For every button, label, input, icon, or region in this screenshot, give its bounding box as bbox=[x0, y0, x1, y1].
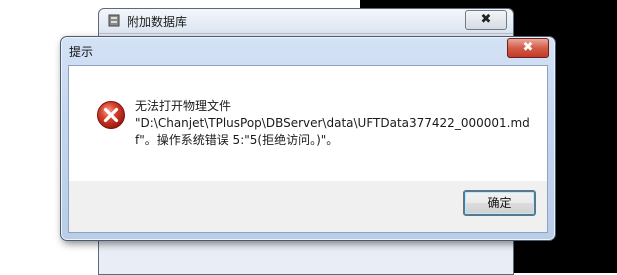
dialog-content: 无法打开物理文件 "D:\Chanjet\TPlusPop\DBServer\d… bbox=[68, 65, 548, 233]
dialog-close-button[interactable]: ✖ bbox=[507, 38, 549, 58]
error-message-line: "D:\Chanjet\TPlusPop\DBServer\data\UFTDa… bbox=[135, 116, 530, 130]
error-message: 无法打开物理文件 "D:\Chanjet\TPlusPop\DBServer\d… bbox=[135, 98, 535, 149]
error-message-line: 无法打开物理文件 bbox=[135, 99, 232, 113]
attach-database-titlebar[interactable]: 附加数据库 ✖ bbox=[99, 9, 513, 34]
dialog-title: 提示 bbox=[69, 45, 94, 59]
error-icon bbox=[97, 101, 125, 129]
prompt-dialog: 提示 ✖ 无法打开物理文件 "D:\Chanjet\TPlusPop\DBSer… bbox=[60, 36, 556, 241]
attach-database-close-button[interactable]: ✖ bbox=[465, 10, 507, 30]
error-message-line: f"。操作系统错误 5:"5(拒绝访问。)"。 bbox=[135, 133, 339, 147]
attach-database-title: 附加数据库 bbox=[127, 15, 188, 29]
message-area: 无法打开物理文件 "D:\Chanjet\TPlusPop\DBServer\d… bbox=[69, 66, 547, 181]
ok-button[interactable]: 确定 bbox=[463, 190, 536, 216]
database-icon bbox=[108, 14, 120, 27]
